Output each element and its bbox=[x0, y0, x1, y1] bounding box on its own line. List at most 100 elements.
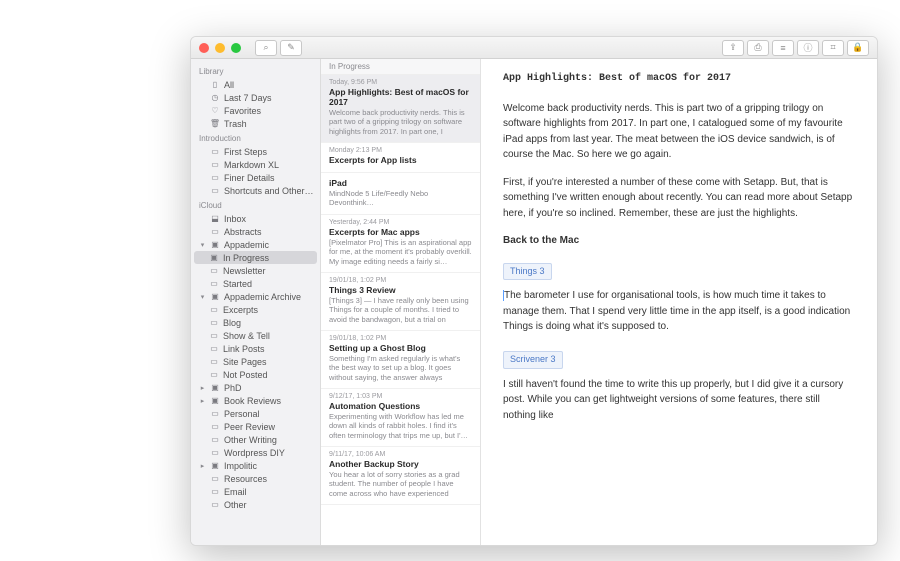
sidebar-item[interactable]: ▭ Newsletter bbox=[191, 264, 320, 277]
doc-icon: ▭ bbox=[210, 422, 220, 432]
sidebar-item[interactable]: ▾▣Appademic bbox=[191, 238, 320, 251]
sidebar-item[interactable]: ▭Excerpts bbox=[191, 303, 320, 316]
note-date: 19/01/18, 1:02 PM bbox=[329, 277, 472, 284]
sidebar-item-label: Started bbox=[223, 279, 252, 289]
disclosure-icon[interactable]: ▸ bbox=[199, 462, 206, 470]
sidebar-item[interactable]: ▸▣PhD bbox=[191, 381, 320, 394]
folder-icon: ▣ bbox=[210, 292, 220, 302]
sidebar-item[interactable]: ▭Not Posted bbox=[191, 368, 320, 381]
list-icon[interactable]: ≡ bbox=[772, 40, 794, 56]
sidebar-item-label: Blog bbox=[223, 318, 241, 328]
sidebar-item-label: Appademic Archive bbox=[224, 292, 301, 302]
tag-icon[interactable]: ⌗ bbox=[822, 40, 844, 56]
sidebar-item[interactable]: ▭Peer Review bbox=[191, 420, 320, 433]
sidebar-item-label: Trash bbox=[224, 119, 247, 129]
sidebar-item[interactable]: ▸▣Book Reviews bbox=[191, 394, 320, 407]
doc-icon: ▭ bbox=[210, 173, 220, 183]
sidebar-item[interactable]: ▭Site Pages bbox=[191, 355, 320, 368]
sidebar: Library▯All◷Last 7 Days♡Favorites 🗑 Trash I… bbox=[191, 59, 321, 545]
note-list-item[interactable]: 9/12/17, 1:03 PMAutomation QuestionsExpe… bbox=[321, 389, 480, 447]
sidebar-item[interactable]: ▭Blog bbox=[191, 316, 320, 329]
clock-icon: ◷ bbox=[210, 93, 220, 103]
sidebar-item-label: Newsletter bbox=[223, 266, 266, 276]
disclosure-icon[interactable]: ▾ bbox=[199, 293, 206, 301]
sidebar-item[interactable]: ▭Started bbox=[191, 277, 320, 290]
paragraph: I still haven't found the time to write … bbox=[503, 377, 855, 424]
sidebar-item-label: Impolitic bbox=[224, 461, 257, 471]
sidebar-item[interactable]: 🗑 Trash bbox=[191, 117, 320, 130]
disclosure-icon[interactable]: ▸ bbox=[199, 384, 206, 392]
note-preview: [Pixelmator Pro] This is an aspirational… bbox=[329, 238, 472, 266]
sidebar-item[interactable]: ▭Show & Tell bbox=[191, 329, 320, 342]
sidebar-item-label: Show & Tell bbox=[223, 331, 270, 341]
sidebar-item[interactable]: ▯All bbox=[191, 78, 320, 91]
note-list-item[interactable]: Today, 9:56 PMApp Highlights: Best of ma… bbox=[321, 75, 480, 143]
note-list-item[interactable]: Yesterday, 2:44 PMExcerpts for Mac apps[… bbox=[321, 215, 480, 273]
disclosure-icon[interactable]: ▾ bbox=[199, 241, 206, 249]
sidebar-item[interactable]: ♡Favorites bbox=[191, 104, 320, 117]
sidebar-item[interactable]: ▭First Steps bbox=[191, 145, 320, 158]
sidebar-item[interactable]: ◷Last 7 Days bbox=[191, 91, 320, 104]
note-list-item[interactable]: 19/01/18, 1:02 PMThings 3 Review[Things … bbox=[321, 273, 480, 331]
doc-icon: ▭ bbox=[209, 266, 219, 276]
sidebar-item[interactable]: ▭Finer Details bbox=[191, 171, 320, 184]
doc-icon: ▭ bbox=[209, 357, 219, 367]
note-title: App Highlights: Best of macOS for 2017 bbox=[329, 87, 472, 107]
sidebar-section-header: iCloud bbox=[191, 197, 320, 212]
search-icon[interactable]: ⌕ bbox=[255, 40, 277, 56]
toolbar-right: ⇪⎙≡ⓘ⌗🔒 bbox=[722, 40, 869, 56]
sidebar-item-label: Link Posts bbox=[223, 344, 265, 354]
folder-icon: ▣ bbox=[210, 396, 220, 406]
note-title: Things 3 Review bbox=[329, 285, 472, 295]
note-title: Excerpts for App lists bbox=[329, 155, 472, 165]
titlebar: ⌕✎ ⇪⎙≡ⓘ⌗🔒 bbox=[191, 37, 877, 59]
sidebar-item[interactable]: ▭Wordpress DIY bbox=[191, 446, 320, 459]
folder-icon: ▣ bbox=[210, 383, 220, 393]
minimize-button[interactable] bbox=[215, 43, 225, 53]
note-title: Another Backup Story bbox=[329, 459, 472, 469]
compose-icon[interactable]: ✎ bbox=[280, 40, 302, 56]
disclosure-icon[interactable]: ▸ bbox=[199, 397, 206, 405]
doc-icon: ▭ bbox=[210, 227, 220, 237]
sidebar-item-label: In Progress bbox=[223, 253, 269, 263]
sidebar-item-label: Inbox bbox=[224, 214, 246, 224]
sidebar-item[interactable]: ⬓Inbox bbox=[191, 212, 320, 225]
sidebar-item[interactable]: ▭Shortcuts and Other Ti… bbox=[191, 184, 320, 197]
sidebar-item[interactable]: ▭Abstracts bbox=[191, 225, 320, 238]
sidebar-item[interactable]: ▭Link Posts bbox=[191, 342, 320, 355]
editor[interactable]: App Highlights: Best of macOS for 2017 W… bbox=[481, 59, 877, 545]
doc-icon: ▭ bbox=[210, 474, 220, 484]
sidebar-item-label: Excerpts bbox=[223, 305, 258, 315]
share-icon[interactable]: ⇪ bbox=[722, 40, 744, 56]
link-tag[interactable]: Scrivener 3 bbox=[503, 351, 563, 369]
sidebar-section-header: Library bbox=[191, 63, 320, 78]
sidebar-item[interactable]: ▭Other Writing bbox=[191, 433, 320, 446]
doc-icon: ▭ bbox=[210, 160, 220, 170]
note-list-item[interactable]: 9/11/17, 10:06 AMAnother Backup StoryYou… bbox=[321, 447, 480, 505]
trash-icon: 🗑 bbox=[210, 119, 220, 129]
close-button[interactable] bbox=[199, 43, 209, 53]
info-icon[interactable]: ⓘ bbox=[797, 40, 819, 56]
sidebar-item[interactable]: ▭Resources bbox=[191, 472, 320, 485]
export-icon[interactable]: ⎙ bbox=[747, 40, 769, 56]
sidebar-item[interactable]: ▭ Email bbox=[191, 485, 320, 498]
link-tag[interactable]: Things 3 bbox=[503, 263, 552, 281]
sidebar-item[interactable]: ▭Markdown XL bbox=[191, 158, 320, 171]
sidebar-item[interactable]: ▾ ▣ Appademic Archive bbox=[191, 290, 320, 303]
note-title: Setting up a Ghost Blog bbox=[329, 343, 472, 353]
note-list-item[interactable]: iPadMindNode 5 Life/Feedly Nebo Devonthi… bbox=[321, 173, 480, 215]
paragraph: Welcome back productivity nerds. This is… bbox=[503, 101, 855, 163]
sidebar-item-label: Email bbox=[224, 487, 247, 497]
sidebar-item[interactable]: ▣In Progress bbox=[194, 251, 317, 264]
note-date: Yesterday, 2:44 PM bbox=[329, 219, 472, 226]
traffic-lights bbox=[199, 43, 241, 53]
sidebar-item[interactable]: ▭Personal bbox=[191, 407, 320, 420]
note-list-item[interactable]: 19/01/18, 1:02 PMSetting up a Ghost Blog… bbox=[321, 331, 480, 389]
sidebar-item[interactable]: ▭Other bbox=[191, 498, 320, 511]
note-list-item[interactable]: Monday 2:13 PMExcerpts for App lists bbox=[321, 143, 480, 173]
sidebar-item[interactable]: ▸▣Impolitic bbox=[191, 459, 320, 472]
doc-icon: ▭ bbox=[210, 487, 220, 497]
maximize-button[interactable] bbox=[231, 43, 241, 53]
note-date: 9/11/17, 10:06 AM bbox=[329, 451, 472, 458]
lock-icon[interactable]: 🔒 bbox=[847, 40, 869, 56]
